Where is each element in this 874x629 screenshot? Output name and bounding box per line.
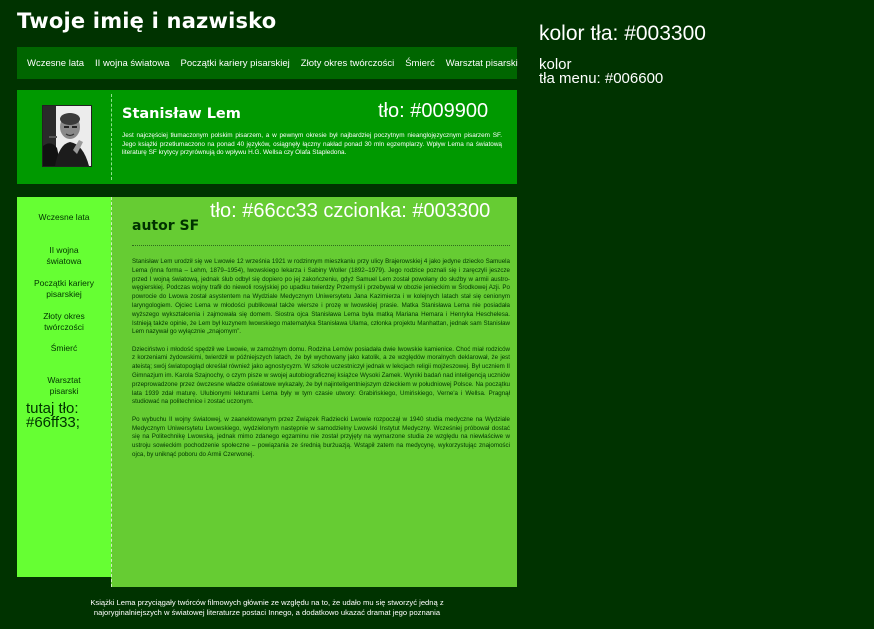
author-intro-text: Jest najczęściej tłumaczonym polskim pis… (122, 132, 502, 157)
menu-item-warsztat[interactable]: Warsztat pisarski (446, 58, 518, 69)
content-paragraph: Po wybuchu II wojny światowej, w zaanekt… (132, 415, 510, 458)
content-color-label: tło: #66cc33 czcionka: #003300 (210, 200, 491, 222)
author-photo (42, 105, 92, 167)
main-content: tło: #66cc33 czcionka: #003300 autor SF … (111, 197, 517, 587)
content-title: autor SF (132, 218, 200, 234)
sidebar-item-label: Wczesne lata (38, 212, 90, 222)
page-footer: Książki Lema przyciągały twórców filmowy… (17, 598, 517, 618)
author-header: Stanisław Lem tło: #009900 Jest najczęśc… (17, 90, 517, 184)
top-menu: Wczesne lata II wojna światowa Początki … (17, 47, 518, 79)
footer-line2: najoryginalniejszych w światowej literat… (93, 608, 441, 617)
menu-item-poczatki-kariery[interactable]: Początki kariery pisarskiej (180, 58, 289, 69)
header-divider (111, 94, 112, 180)
author-name: Stanisław Lem (122, 106, 241, 122)
sidebar-color-label-line2: #66ff33; (26, 414, 80, 431)
sidebar-item-label: Śmierć (50, 343, 78, 353)
sidebar-item-label: Warsztat (47, 375, 81, 385)
content-paragraph: Dzieciństwo i młodość spędził we Lwowie,… (132, 345, 510, 406)
site-title: Twoje imię i nazwisko (17, 9, 277, 33)
background-color-note: kolor tła: #003300 (539, 22, 706, 45)
header-color-label: tło: #009900 (378, 100, 489, 122)
sidebar-item-poczatki-kariery[interactable]: Początki kariery pisarskiej (17, 278, 111, 299)
sidebar-item-label: światowa (46, 255, 82, 266)
sidebar: Wczesne lata II wojna światowa Początki … (17, 197, 111, 577)
footer-line1: Książki Lema przyciągały twórców filmowy… (90, 598, 444, 607)
sidebar-item-label: Początki kariery (34, 278, 94, 288)
sidebar-item-label: II wojna (49, 245, 79, 255)
content-body: Stanisław Lem urodził się we Lwowie 12 w… (132, 258, 510, 468)
sidebar-item-wczesne-lata[interactable]: Wczesne lata (17, 212, 111, 223)
menu-item-ii-wojna[interactable]: II wojna światowa (95, 58, 169, 69)
sidebar-item-smierc[interactable]: Śmierć (17, 343, 111, 354)
sidebar-item-zloty-okres[interactable]: Złoty okres twórczości (17, 311, 111, 332)
content-divider (132, 245, 510, 246)
author-portrait-image (43, 106, 91, 166)
sidebar-item-warsztat[interactable]: Warsztat pisarski (17, 375, 111, 396)
menu-color-note: kolor tła menu: #006600 (539, 57, 664, 87)
menu-item-zloty-okres[interactable]: Złoty okres twórczości (301, 58, 394, 69)
sidebar-color-label: tutaj tło: #66ff33; (26, 401, 106, 431)
menu-item-smierc[interactable]: Śmierć (405, 58, 435, 69)
menu-color-note-line2: tła menu: #006600 (539, 70, 664, 87)
content-paragraph: Stanisław Lem urodził się we Lwowie 12 w… (132, 258, 510, 336)
sidebar-item-label: twórczości (44, 321, 84, 332)
sidebar-item-ii-wojna[interactable]: II wojna światowa (17, 245, 111, 266)
menu-item-wczesne-lata[interactable]: Wczesne lata (27, 58, 84, 69)
sidebar-item-label: pisarskiej (46, 288, 82, 299)
sidebar-item-label: pisarski (49, 385, 79, 396)
sidebar-item-label: Złoty okres (43, 311, 85, 321)
